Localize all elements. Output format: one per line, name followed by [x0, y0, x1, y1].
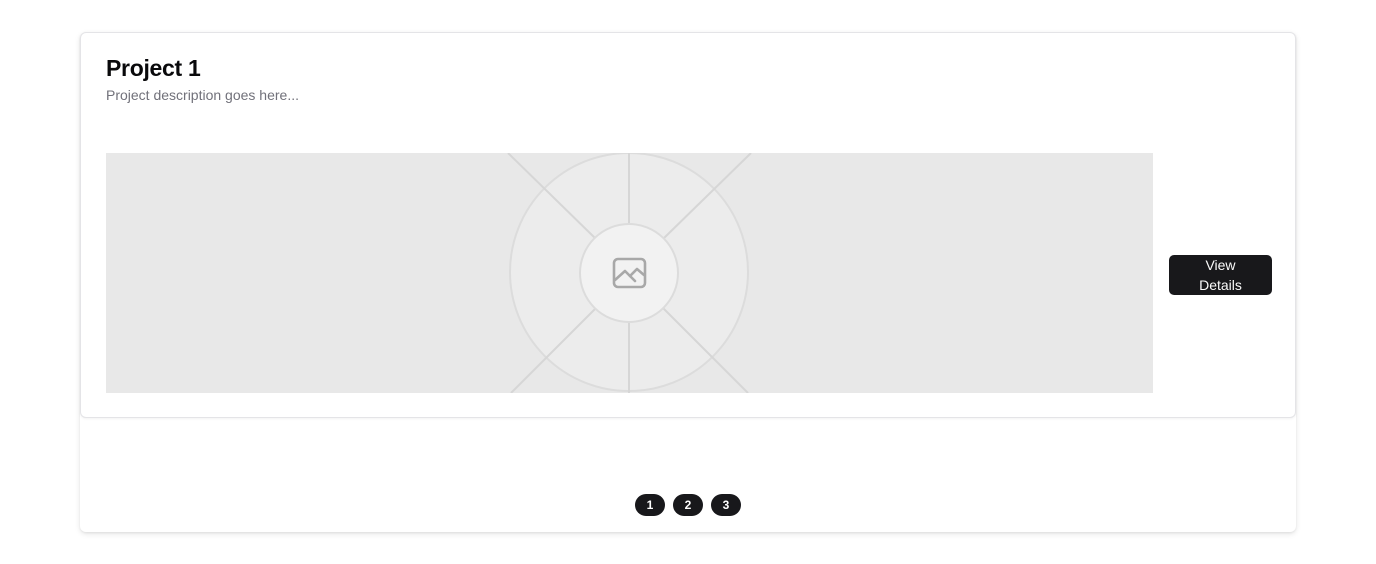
page-button-3[interactable]: 3: [711, 494, 741, 516]
pagination: 1 2 3: [80, 494, 1296, 516]
projects-container: Project 1 Project description goes here.…: [80, 32, 1296, 532]
project-title: Project 1: [106, 55, 201, 81]
view-details-button[interactable]: View Details: [1169, 255, 1272, 295]
page-button-1[interactable]: 1: [635, 494, 665, 516]
project-image-placeholder: [106, 153, 1153, 393]
project-description: Project description goes here...: [106, 87, 299, 103]
image-placeholder-graphic: [466, 153, 796, 393]
page-button-2[interactable]: 2: [673, 494, 703, 516]
project-card: Project 1 Project description goes here.…: [80, 32, 1296, 418]
